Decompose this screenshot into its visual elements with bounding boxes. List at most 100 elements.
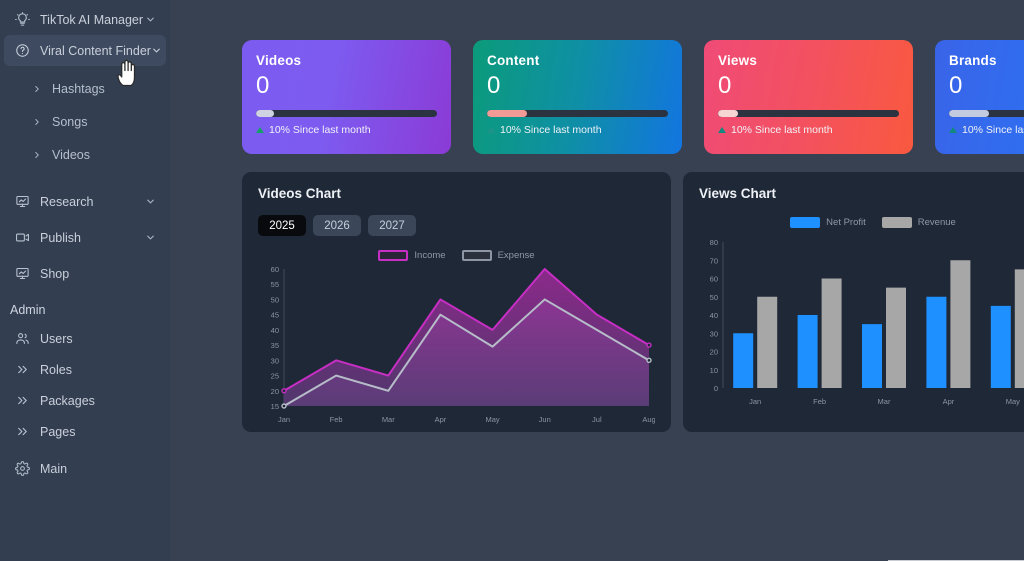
stat-card-brands[interactable]: Brands 0 10% Since last month bbox=[935, 40, 1024, 154]
svg-text:80: 80 bbox=[710, 238, 718, 247]
svg-text:20: 20 bbox=[710, 348, 718, 357]
stat-card-value: 0 bbox=[256, 72, 270, 99]
trend-up-icon bbox=[949, 127, 957, 134]
gear-icon bbox=[12, 459, 32, 479]
sidebar-item-label: Roles bbox=[40, 362, 72, 377]
panel-title: Videos Chart bbox=[258, 186, 342, 201]
svg-text:60: 60 bbox=[710, 275, 718, 284]
stat-card-videos[interactable]: Videos 0 10% Since last month bbox=[242, 40, 451, 154]
stat-card-delta-label: 10% Since last month bbox=[269, 124, 371, 137]
videos-chart-panel: Videos Chart 2025 2026 2027 Income Expen… bbox=[242, 172, 671, 432]
sidebar-subitem-hashtags[interactable]: Hashtags bbox=[0, 72, 170, 105]
svg-text:Feb: Feb bbox=[813, 397, 826, 406]
svg-text:Feb: Feb bbox=[330, 415, 343, 424]
stat-card-title: Videos bbox=[256, 53, 302, 68]
stat-card-content[interactable]: Content 0 10% Since last month bbox=[473, 40, 682, 154]
legend-item-net-profit[interactable]: Net Profit bbox=[790, 217, 866, 228]
svg-text:Jan: Jan bbox=[749, 397, 761, 406]
sidebar-item-tiktok-ai-manager[interactable]: TikTok AI Manager bbox=[4, 4, 166, 35]
sidebar-item-research[interactable]: Research bbox=[4, 186, 166, 217]
stat-cards-row: Videos 0 10% Since last month Content 0 … bbox=[242, 40, 1024, 154]
svg-text:Mar: Mar bbox=[878, 397, 891, 406]
progress-bar bbox=[718, 110, 899, 118]
stat-card-delta: 10% Since last month bbox=[949, 124, 1024, 136]
svg-text:10: 10 bbox=[710, 366, 718, 375]
chevron-down-icon[interactable] bbox=[144, 196, 156, 207]
stat-card-delta: 10% Since last month bbox=[487, 124, 668, 136]
legend-label: Expense bbox=[497, 250, 535, 261]
stat-card-title: Content bbox=[487, 53, 540, 68]
sidebar-item-packages[interactable]: Packages bbox=[4, 385, 166, 416]
sidebar-item-viral-content-finder[interactable]: Viral Content Finder bbox=[4, 35, 166, 66]
dashboard-app: TikTok AI Manager Viral Content Finder H… bbox=[0, 0, 1024, 561]
legend-label: Income bbox=[414, 250, 446, 261]
sidebar-item-users[interactable]: Users bbox=[4, 323, 166, 354]
stat-card-delta-label: 10% Since last month bbox=[962, 124, 1024, 137]
svg-text:40: 40 bbox=[271, 326, 279, 335]
year-tab-2025[interactable]: 2025 bbox=[258, 215, 306, 236]
legend-swatch-revenue bbox=[881, 217, 912, 228]
views-bar-chart-svg: 80 70 60 50 40 30 20 10 0 Jan Feb Mar Apr May bbox=[710, 238, 1024, 406]
views-chart-panel: Views Chart Net Profit Revenue 80 70 60 50 4… bbox=[683, 172, 1024, 432]
legend-item-expense[interactable]: Expense bbox=[461, 250, 535, 261]
legend-item-revenue[interactable]: Revenue bbox=[881, 217, 956, 228]
chevron-down-icon[interactable] bbox=[144, 14, 156, 25]
sidebar-item-pages[interactable]: Pages bbox=[4, 416, 166, 447]
progress-bar bbox=[256, 110, 437, 118]
stat-card-delta: 10% Since last month bbox=[256, 124, 437, 136]
sidebar-item-label: Viral Content Finder bbox=[40, 43, 151, 58]
svg-text:Aug: Aug bbox=[642, 415, 655, 424]
chevron-right-icon bbox=[32, 150, 42, 160]
double-chevron-icon bbox=[12, 360, 32, 380]
svg-text:Jul: Jul bbox=[592, 415, 602, 424]
stat-card-delta: 10% Since last month bbox=[718, 124, 899, 136]
stat-card-delta-label: 10% Since last month bbox=[500, 124, 602, 137]
charts-row: Videos Chart 2025 2026 2027 Income Expen… bbox=[242, 172, 1024, 432]
svg-text:50: 50 bbox=[271, 295, 279, 304]
trend-up-icon bbox=[718, 127, 726, 134]
stat-card-value: 0 bbox=[487, 72, 501, 99]
svg-text:50: 50 bbox=[710, 293, 718, 302]
sidebar-subitem-songs[interactable]: Songs bbox=[0, 105, 170, 138]
stat-card-views[interactable]: Views 0 10% Since last month bbox=[704, 40, 913, 154]
stat-card-title: Brands bbox=[949, 53, 997, 68]
sidebar-item-label: Shop bbox=[40, 266, 70, 281]
sidebar-item-label: Packages bbox=[40, 393, 95, 408]
double-chevron-icon bbox=[12, 391, 32, 411]
double-chevron-icon bbox=[12, 422, 32, 442]
sidebar-item-publish[interactable]: Publish bbox=[4, 222, 166, 253]
videos-chart-plot: 60 55 50 45 40 35 30 25 20 15 Jan Feb Mar Apr May Jun Ju… bbox=[258, 263, 655, 428]
legend-item-income[interactable]: Income bbox=[378, 250, 446, 261]
svg-text:25: 25 bbox=[271, 372, 279, 381]
sidebar-item-label: Pages bbox=[40, 424, 76, 439]
sidebar-subitem-label: Videos bbox=[52, 147, 90, 162]
sidebar-item-main[interactable]: Main bbox=[4, 453, 166, 484]
users-icon bbox=[12, 329, 32, 349]
videos-chart-legend: Income Expense bbox=[258, 250, 655, 261]
videos-area-chart-svg: 60 55 50 45 40 35 30 25 20 15 Jan Feb Mar Apr May Jun Ju… bbox=[271, 265, 655, 424]
presentation-chart-icon bbox=[12, 192, 32, 212]
main-content: Videos 0 10% Since last month Content 0 … bbox=[170, 0, 1024, 561]
year-tab-2027[interactable]: 2027 bbox=[368, 215, 416, 236]
chevron-right-icon bbox=[32, 84, 42, 94]
legend-swatch-net-profit bbox=[790, 217, 821, 228]
svg-text:30: 30 bbox=[271, 356, 279, 365]
sidebar-item-roles[interactable]: Roles bbox=[4, 354, 166, 385]
year-tab-2026[interactable]: 2026 bbox=[313, 215, 361, 236]
svg-text:20: 20 bbox=[271, 387, 279, 396]
chevron-down-icon[interactable] bbox=[144, 232, 156, 243]
sidebar-subitem-videos[interactable]: Videos bbox=[0, 138, 170, 171]
svg-text:35: 35 bbox=[271, 341, 279, 350]
legend-label: Revenue bbox=[917, 217, 956, 228]
svg-text:45: 45 bbox=[271, 311, 279, 320]
progress-bar bbox=[487, 110, 668, 118]
stat-card-value: 0 bbox=[949, 72, 963, 99]
lightbulb-icon bbox=[12, 10, 32, 30]
chevron-down-icon[interactable] bbox=[151, 45, 163, 56]
sidebar-item-shop[interactable]: Shop bbox=[4, 258, 166, 289]
question-circle-icon bbox=[12, 41, 32, 61]
legend-swatch-expense bbox=[461, 250, 492, 261]
svg-text:55: 55 bbox=[271, 280, 279, 289]
views-chart-legend: Net Profit Revenue bbox=[699, 217, 1024, 228]
sidebar-item-label: Users bbox=[40, 331, 73, 346]
